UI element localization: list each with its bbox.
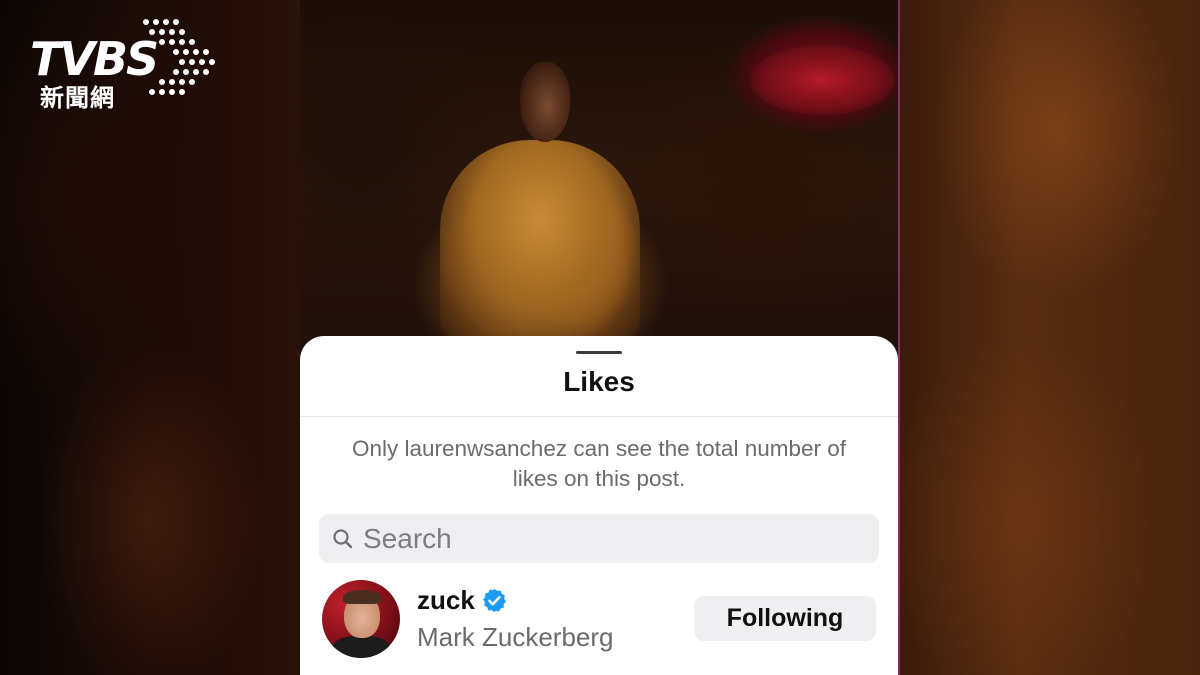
username[interactable]: zuck [417, 585, 475, 616]
likes-visibility-notice: Only laurenwsanchez can see the total nu… [351, 436, 847, 491]
sheet-drag-handle[interactable] [576, 351, 622, 354]
screen: TVBS 新聞網 Likes Only laurenwsanchez can s… [0, 0, 1200, 675]
photo-figure-dress [440, 140, 640, 340]
search-icon [333, 529, 353, 549]
logo-text: TVBS [30, 32, 159, 86]
likes-sheet: Likes Only laurenwsanchez can see the to… [300, 336, 898, 675]
blurred-background-right [898, 0, 1200, 675]
following-button[interactable]: Following [694, 596, 876, 641]
sheet-divider [300, 416, 898, 417]
tvbs-logo: TVBS 新聞網 [30, 16, 220, 116]
search-bar[interactable] [319, 514, 879, 563]
photo-flowers [750, 45, 895, 115]
logo-subtitle: 新聞網 [40, 84, 115, 112]
avatar-body [332, 636, 390, 658]
avatar-hair [343, 590, 381, 604]
full-name: Mark Zuckerberg [417, 622, 614, 652]
search-input[interactable] [363, 514, 863, 563]
username-line: zuck [417, 584, 508, 616]
post-photo [300, 0, 898, 360]
verified-badge-icon [482, 588, 506, 612]
sheet-title: Likes [563, 366, 635, 397]
photo-figure-head [520, 62, 570, 142]
avatar[interactable] [322, 580, 400, 658]
list-item[interactable]: zuck Mark Zuckerberg Following [300, 576, 898, 666]
